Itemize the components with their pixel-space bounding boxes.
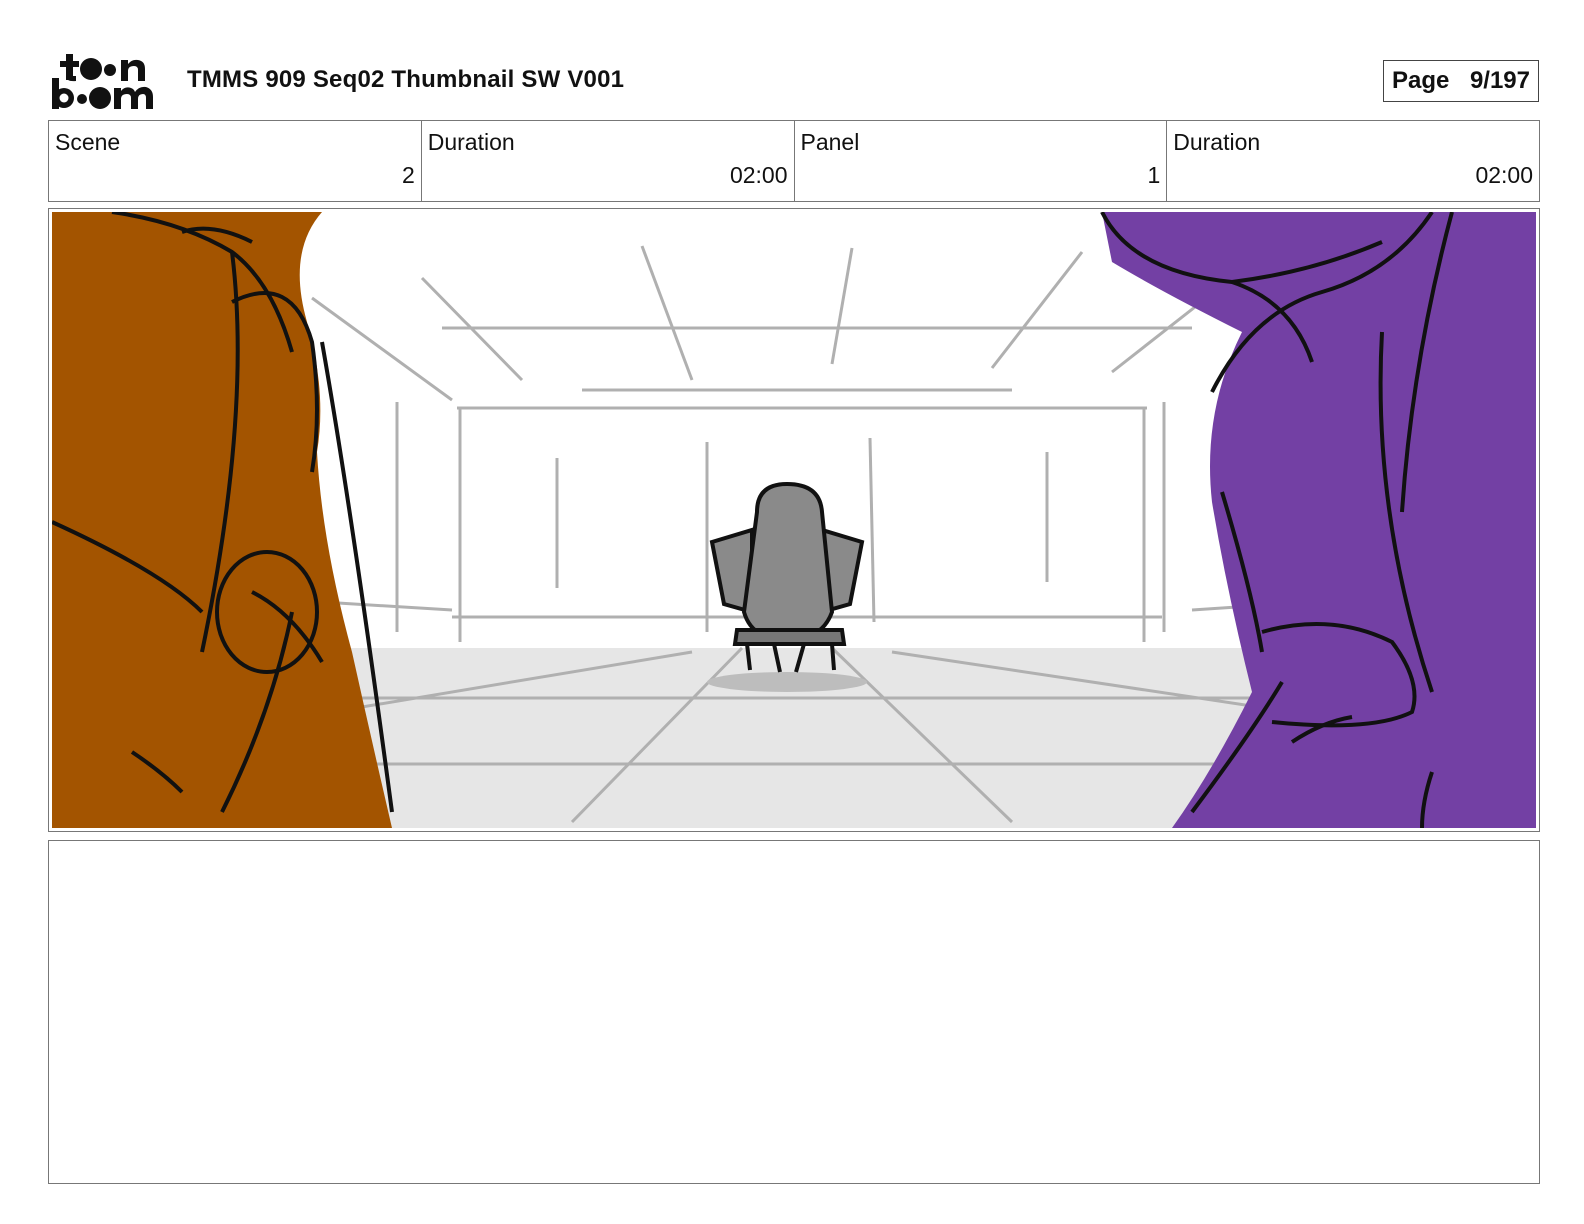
scene-duration-label: Duration xyxy=(427,129,515,155)
document-title: TMMS 909 Seq02 Thumbnail SW V001 xyxy=(187,66,625,93)
page-number: 9/197 xyxy=(1469,67,1530,94)
toon-boom-logo xyxy=(52,54,153,109)
panel-notes-box xyxy=(48,840,1540,1184)
scene-cell: Scene 2 xyxy=(49,121,422,201)
panel-cell: Panel 1 xyxy=(795,121,1168,201)
panel-duration-value: 02:00 xyxy=(1475,162,1533,188)
panel-value: 1 xyxy=(1147,162,1161,188)
scene-duration-cell: Duration 02:00 xyxy=(422,121,795,201)
scene-value: 2 xyxy=(401,162,415,188)
panel-duration-cell: Duration 02:00 xyxy=(1167,121,1539,201)
page-label: Page xyxy=(1392,67,1450,94)
page-indicator: Page 9/197 xyxy=(1383,60,1539,102)
panel-label: Panel xyxy=(800,129,860,155)
panel-drawing xyxy=(52,212,1536,828)
figure-shadow xyxy=(707,672,867,692)
panel-info-row: Scene 2 Duration 02:00 Panel 1 Duration … xyxy=(48,120,1540,202)
panel-duration-label: Duration xyxy=(1173,129,1261,155)
scene-label: Scene xyxy=(55,129,121,155)
scene-duration-value: 02:00 xyxy=(729,162,788,188)
storyboard-panel xyxy=(48,208,1540,832)
